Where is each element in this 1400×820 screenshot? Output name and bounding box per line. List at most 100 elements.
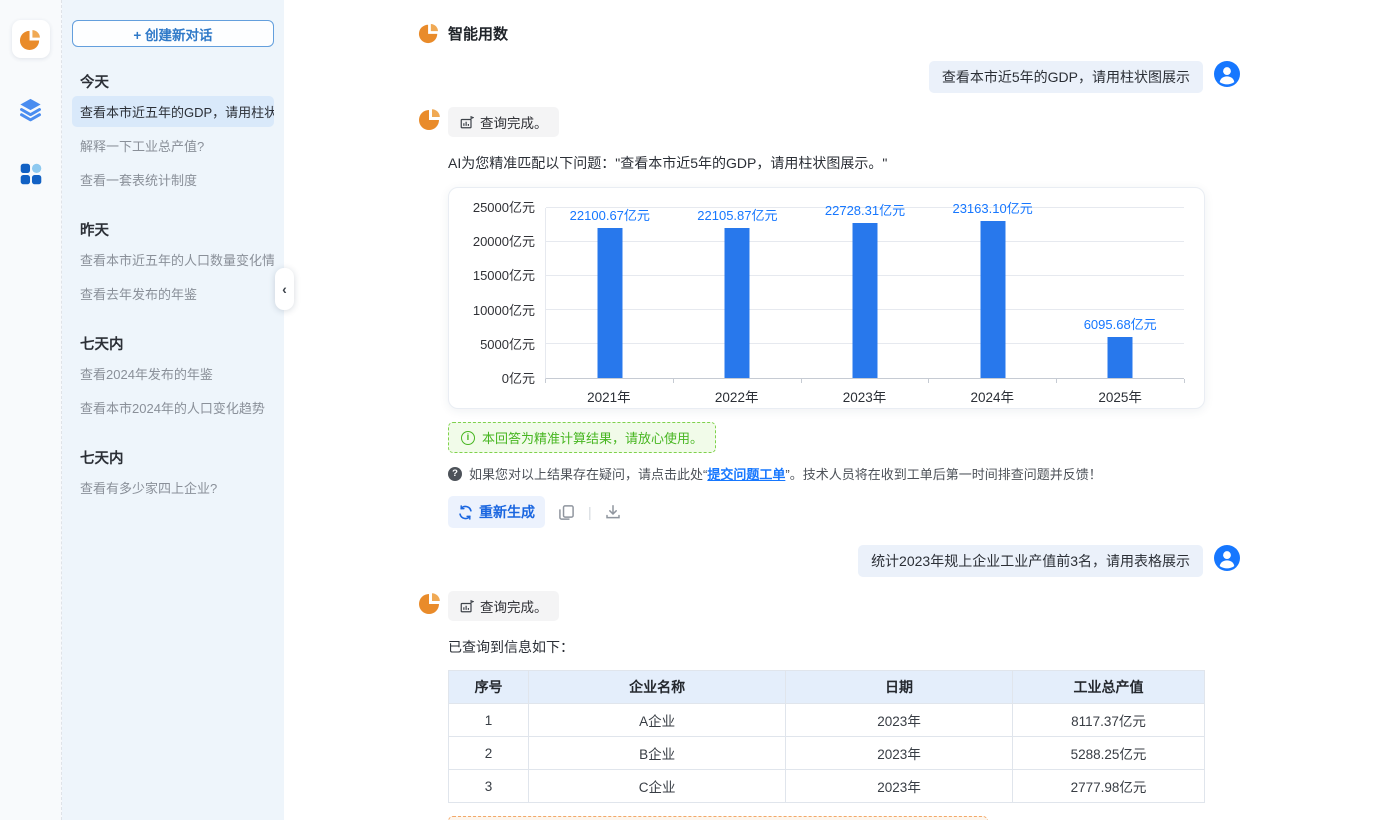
- pie-logo-icon: [418, 22, 440, 44]
- ai-message: 查询完成。: [418, 591, 1240, 621]
- sidebar-group-title: 七天内: [72, 447, 274, 468]
- bar-value-label: 6095.68亿元: [1084, 314, 1157, 333]
- download-button[interactable]: [605, 504, 621, 520]
- ai-message: 查询完成。: [418, 107, 1240, 137]
- table-cell: A企业: [529, 704, 786, 737]
- table-row: 1A企业2023年8117.37亿元: [449, 704, 1205, 737]
- table-header-cell: 工业总产值: [1012, 671, 1204, 704]
- table-header-cell: 日期: [786, 671, 1013, 704]
- query-status-badge: 查询完成。: [448, 107, 559, 137]
- table-cell: 8117.37亿元: [1012, 704, 1204, 737]
- x-tick-label: 2021年: [587, 386, 631, 406]
- table-header-cell: 企业名称: [529, 671, 786, 704]
- sidebar-conversation-item[interactable]: 解释一下工业总产值?: [72, 130, 274, 161]
- divider: |: [588, 504, 592, 520]
- user-avatar[interactable]: [1214, 545, 1240, 571]
- x-tick-label: 2022年: [715, 386, 759, 406]
- user-avatar[interactable]: [1214, 61, 1240, 87]
- ai-generated-notice: i 本回答由AI查询生成，如果您对以上结果存在疑问，可以提交工单，由技术人员核实…: [448, 816, 988, 820]
- sidebar-conversation-item[interactable]: 查看2024年发布的年鉴: [72, 358, 274, 389]
- user-message: 统计2023年规上企业工业产值前3名，请用表格展示: [418, 545, 1240, 577]
- chart-bar[interactable]: [725, 228, 750, 378]
- conversation-history: 今天查看本市近五年的GDP，请用柱状图...解释一下工业总产值?查看一套表统计制…: [72, 71, 274, 503]
- x-tick-mark: [928, 379, 929, 383]
- chart-bar[interactable]: [597, 228, 622, 378]
- help-row: ? 如果您对以上结果存在疑问，请点击此处“提交问题工单”。技术人员将在收到工单后…: [448, 464, 1240, 483]
- sidebar-conversation-item[interactable]: 查看本市近五年的人口数量变化情况: [72, 244, 274, 275]
- gdp-bar-chart: 0亿元 5000亿元 10000亿元 15000亿元 20000亿元 25000亿元 22…: [448, 187, 1205, 409]
- submit-ticket-link[interactable]: 提交问题工单: [707, 467, 785, 482]
- chart-bar[interactable]: [980, 221, 1005, 379]
- sidebar: + 创建新对话 今天查看本市近五年的GDP，请用柱状图...解释一下工业总产值?…: [62, 0, 284, 820]
- layers-icon[interactable]: [17, 96, 44, 123]
- table-cell: C企业: [529, 770, 786, 803]
- app-rail: [0, 0, 62, 820]
- chevron-left-icon: ‹: [282, 281, 287, 297]
- table-cell: 2777.98亿元: [1012, 770, 1204, 803]
- x-tick-mark: [801, 379, 802, 383]
- message-actions: 重新生成 |: [448, 496, 1240, 528]
- chart-x-axis: 2021年2022年2023年2024年2025年: [545, 379, 1184, 405]
- chart-y-axis: 0亿元5000亿元10000亿元15000亿元20000亿元25000亿元: [461, 208, 545, 379]
- main-content: 智能用数 查看本市近5年的GDP，请用柱状图展示: [284, 0, 1400, 820]
- bar-value-label: 23163.10亿元: [952, 198, 1032, 217]
- y-tick-label: 10000亿元: [473, 300, 535, 319]
- ai-intro-text: 已查询到信息如下：: [448, 637, 1240, 657]
- sidebar-group-title: 七天内: [72, 333, 274, 354]
- table-cell: 2023年: [786, 704, 1013, 737]
- chart-bar[interactable]: [853, 223, 878, 378]
- chart-plot-area: 22100.67亿元22105.87亿元22728.31亿元23163.10亿元…: [545, 208, 1184, 379]
- y-tick-label: 20000亿元: [473, 231, 535, 250]
- sidebar-conversation-item[interactable]: 查看本市2024年的人口变化趋势: [72, 392, 274, 423]
- regenerate-button[interactable]: 重新生成: [448, 496, 545, 528]
- sidebar-conversation-item[interactable]: 查看一套表统计制度: [72, 164, 274, 195]
- sidebar-group-title: 昨天: [72, 219, 274, 240]
- new-chat-button[interactable]: + 创建新对话: [72, 20, 274, 47]
- question-icon: ?: [448, 467, 462, 481]
- page-header: 智能用数: [418, 22, 1400, 44]
- user-message-bubble: 查看本市近5年的GDP，请用柱状图展示: [929, 61, 1203, 93]
- y-tick-label: 0亿元: [502, 368, 535, 387]
- y-tick-label: 25000亿元: [473, 197, 535, 216]
- help-text: 如果您对以上结果存在疑问，请点击此处“提交问题工单”。技术人员将在收到工单后第一…: [469, 464, 1102, 483]
- x-tick-mark: [545, 379, 546, 383]
- user-message: 查看本市近5年的GDP，请用柱状图展示: [418, 61, 1240, 93]
- app-logo[interactable]: [12, 20, 50, 58]
- table-cell: 2023年: [786, 770, 1013, 803]
- sidebar-conversation-item[interactable]: 查看去年发布的年鉴: [72, 278, 274, 309]
- x-tick-mark: [1184, 379, 1185, 383]
- x-tick-label: 2025年: [1098, 386, 1142, 406]
- copy-button[interactable]: [558, 504, 575, 521]
- user-message-bubble: 统计2023年规上企业工业产值前3名，请用表格展示: [858, 545, 1203, 577]
- sidebar-conversation-item[interactable]: 查看有多少家四上企业?: [72, 472, 274, 503]
- chart-bar[interactable]: [1108, 337, 1133, 378]
- table-cell: 2: [449, 737, 529, 770]
- apps-grid-icon[interactable]: [18, 161, 44, 187]
- report-icon: [459, 115, 474, 130]
- table-row: 3C企业2023年2777.98亿元: [449, 770, 1205, 803]
- y-tick-label: 5000亿元: [480, 334, 535, 353]
- bar-value-label: 22100.67亿元: [570, 205, 650, 224]
- table-cell: 3: [449, 770, 529, 803]
- table-cell: 2023年: [786, 737, 1013, 770]
- ai-avatar: [418, 107, 442, 136]
- sidebar-collapse-button[interactable]: ‹: [275, 268, 294, 310]
- query-status-badge: 查询完成。: [448, 591, 559, 621]
- x-tick-label: 2024年: [971, 386, 1015, 406]
- y-tick-label: 15000亿元: [473, 265, 535, 284]
- app-window: + 创建新对话 今天查看本市近五年的GDP，请用柱状图...解释一下工业总产值?…: [0, 0, 1400, 820]
- table-cell: 1: [449, 704, 529, 737]
- bar-value-label: 22728.31亿元: [825, 200, 905, 219]
- bar-value-label: 22105.87亿元: [697, 205, 777, 224]
- chat-thread: 查看本市近5年的GDP，请用柱状图展示: [418, 61, 1240, 820]
- pie-logo-icon: [19, 28, 42, 51]
- page-title: 智能用数: [448, 23, 508, 44]
- report-icon: [459, 599, 474, 614]
- table-cell: B企业: [529, 737, 786, 770]
- table-cell: 5288.25亿元: [1012, 737, 1204, 770]
- ai-intro-text: AI为您精准匹配以下问题："查看本市近5年的GDP，请用柱状图展示。": [448, 153, 1240, 173]
- sidebar-conversation-item[interactable]: 查看本市近五年的GDP，请用柱状图...: [72, 96, 274, 127]
- x-tick-mark: [1056, 379, 1057, 383]
- accuracy-notice: i 本回答为精准计算结果，请放心使用。: [448, 422, 716, 453]
- industry-output-table: 序号企业名称日期工业总产值 1A企业2023年8117.37亿元2B企业2023…: [448, 670, 1205, 803]
